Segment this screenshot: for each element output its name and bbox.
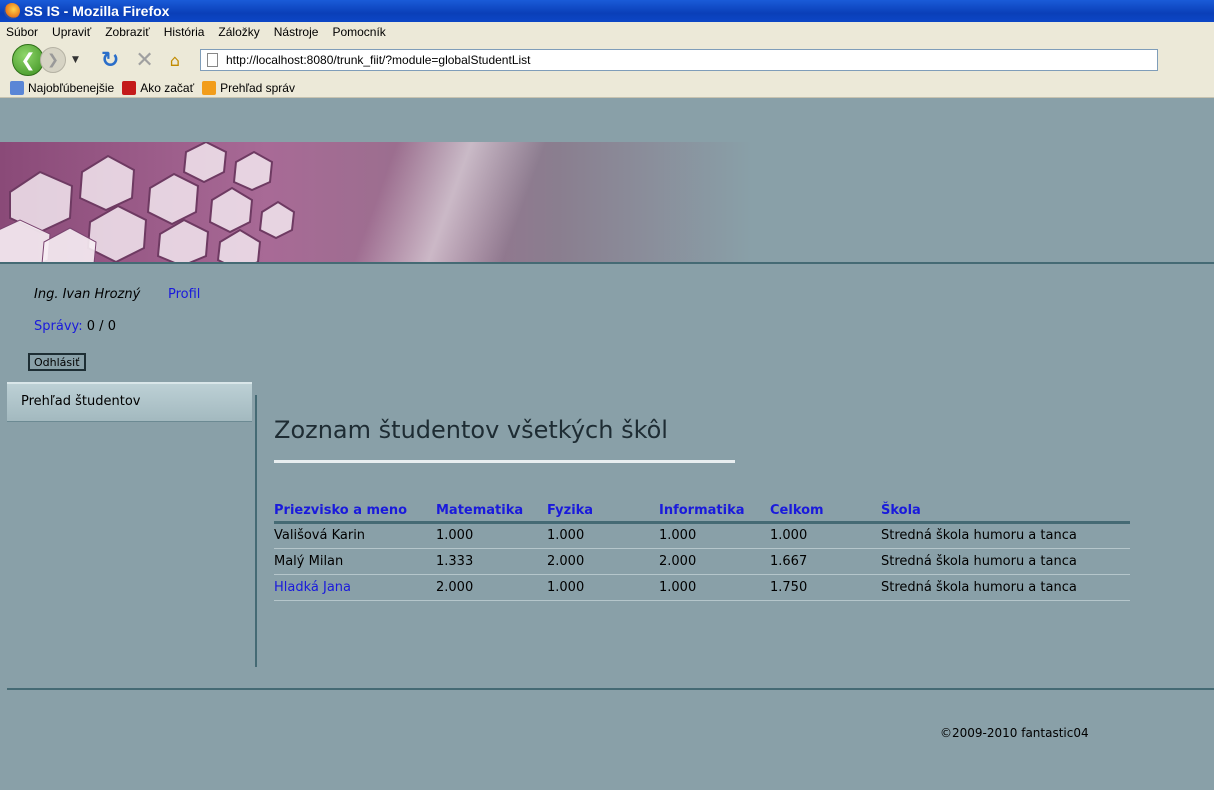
cell-math: 1.333 bbox=[436, 548, 547, 575]
bookmark-star-icon bbox=[10, 80, 24, 95]
messages-link[interactable]: Správy: bbox=[34, 319, 83, 334]
address-url: http://localhost:8080/trunk_fiit/?module… bbox=[225, 53, 531, 67]
bookmark-label: Najobľúbenejšie bbox=[28, 80, 115, 95]
cell-name: Malý Milan bbox=[274, 548, 436, 575]
messages-count: 0 / 0 bbox=[86, 319, 116, 334]
cell-physics: 1.000 bbox=[547, 522, 659, 549]
header-banner bbox=[0, 142, 1214, 264]
reload-icon[interactable]: ↻ bbox=[101, 48, 119, 73]
menu-item-edit[interactable]: Upraviť bbox=[52, 25, 91, 39]
rss-feed-icon bbox=[202, 80, 217, 95]
menu-bar: Súbor Upraviť Zobraziť História Záložky … bbox=[0, 22, 1214, 42]
banner-shine bbox=[300, 142, 600, 262]
cell-informatics: 2.000 bbox=[659, 548, 770, 575]
header-total[interactable]: Celkom bbox=[770, 500, 881, 524]
messages-counter: Správy: 0 / 0 bbox=[34, 319, 116, 334]
menu-item-file[interactable]: Súbor bbox=[6, 25, 38, 39]
menu-item-help[interactable]: Pomocník bbox=[332, 25, 385, 39]
sidebar-item-student-overview[interactable]: Prehľad študentov bbox=[7, 382, 252, 422]
bookmark-getting-started[interactable]: Ako začať bbox=[122, 80, 195, 95]
history-dropdown-icon[interactable]: ▼ bbox=[72, 55, 79, 65]
menu-item-bookmarks[interactable]: Záložky bbox=[218, 25, 259, 39]
sidebar-divider bbox=[255, 395, 257, 667]
address-bar[interactable]: http://localhost:8080/trunk_fiit/?module… bbox=[199, 49, 1158, 71]
header-physics[interactable]: Fyzika bbox=[547, 500, 659, 524]
cell-school: Stredná škola humoru a tanca bbox=[881, 574, 1130, 601]
cell-informatics: 1.000 bbox=[659, 574, 770, 601]
header-name[interactable]: Priezvisko a meno bbox=[274, 500, 436, 524]
user-name: Ing. Ivan Hrozný bbox=[34, 287, 141, 302]
table-row: Malý Milan 1.333 2.000 2.000 1.667 Stred… bbox=[274, 548, 1130, 575]
page-icon bbox=[206, 53, 218, 67]
table-row: Hladká Jana 2.000 1.000 1.000 1.750 Stre… bbox=[274, 574, 1130, 601]
cell-school: Stredná škola humoru a tanca bbox=[881, 522, 1130, 549]
menu-item-tools[interactable]: Nástroje bbox=[274, 25, 319, 39]
copyright-text: ©2009-2010 fantastic04 bbox=[940, 726, 1089, 740]
profile-link[interactable]: Profil bbox=[168, 287, 200, 302]
firefox-logo-icon bbox=[4, 3, 20, 19]
forward-icon[interactable]: ❯ bbox=[40, 47, 66, 73]
header-math[interactable]: Matematika bbox=[436, 500, 547, 524]
footer-divider bbox=[7, 688, 1214, 690]
bookmarks-toolbar: Najobľúbenejšie Ako začať Prehľad správ bbox=[0, 78, 1214, 98]
firefox-help-icon bbox=[122, 80, 137, 95]
cell-informatics: 1.000 bbox=[659, 522, 770, 549]
cell-total: 1.750 bbox=[770, 574, 881, 601]
student-table: Priezvisko a meno Matematika Fyzika Info… bbox=[274, 500, 1130, 601]
header-school[interactable]: Škola bbox=[881, 500, 1130, 524]
title-underline bbox=[274, 460, 735, 463]
cell-physics: 1.000 bbox=[547, 574, 659, 601]
bookmark-label: Ako začať bbox=[140, 80, 195, 95]
cell-physics: 2.000 bbox=[547, 548, 659, 575]
cell-total: 1.667 bbox=[770, 548, 881, 575]
home-icon[interactable]: ⌂ bbox=[170, 51, 180, 70]
cell-math: 1.000 bbox=[436, 522, 547, 549]
menu-item-history[interactable]: História bbox=[164, 25, 205, 39]
page-title: Zoznam študentov všetkých škôl bbox=[274, 416, 668, 444]
table-header-row: Priezvisko a meno Matematika Fyzika Info… bbox=[274, 500, 1130, 524]
sidebar-item-label: Prehľad študentov bbox=[21, 394, 141, 409]
cell-name: Vališová Karin bbox=[274, 522, 436, 549]
bookmark-most-visited[interactable]: Najobľúbenejšie bbox=[10, 80, 115, 95]
bookmark-news-overview[interactable]: Prehľad správ bbox=[202, 80, 295, 95]
logout-button[interactable]: Odhlásiť bbox=[28, 353, 86, 371]
cell-total: 1.000 bbox=[770, 522, 881, 549]
student-name-link[interactable]: Hladká Jana bbox=[274, 574, 436, 601]
bookmark-label: Prehľad správ bbox=[220, 80, 295, 95]
menu-item-view[interactable]: Zobraziť bbox=[105, 25, 150, 39]
stop-icon[interactable]: ✕ bbox=[135, 48, 153, 73]
table-row: Vališová Karin 1.000 1.000 1.000 1.000 S… bbox=[274, 522, 1130, 549]
cell-math: 2.000 bbox=[436, 574, 547, 601]
web-page: Ing. Ivan Hrozný Profil Správy: 0 / 0 Od… bbox=[0, 142, 1214, 790]
window-title: SS IS - Mozilla Firefox bbox=[24, 3, 170, 19]
navigation-toolbar: ❮ ❯ ▼ ↻ ✕ ⌂ http://localhost:8080/trunk_… bbox=[0, 42, 1214, 78]
window-titlebar: SS IS - Mozilla Firefox bbox=[0, 0, 1214, 22]
cell-school: Stredná škola humoru a tanca bbox=[881, 548, 1130, 575]
header-informatics[interactable]: Informatika bbox=[659, 500, 770, 524]
